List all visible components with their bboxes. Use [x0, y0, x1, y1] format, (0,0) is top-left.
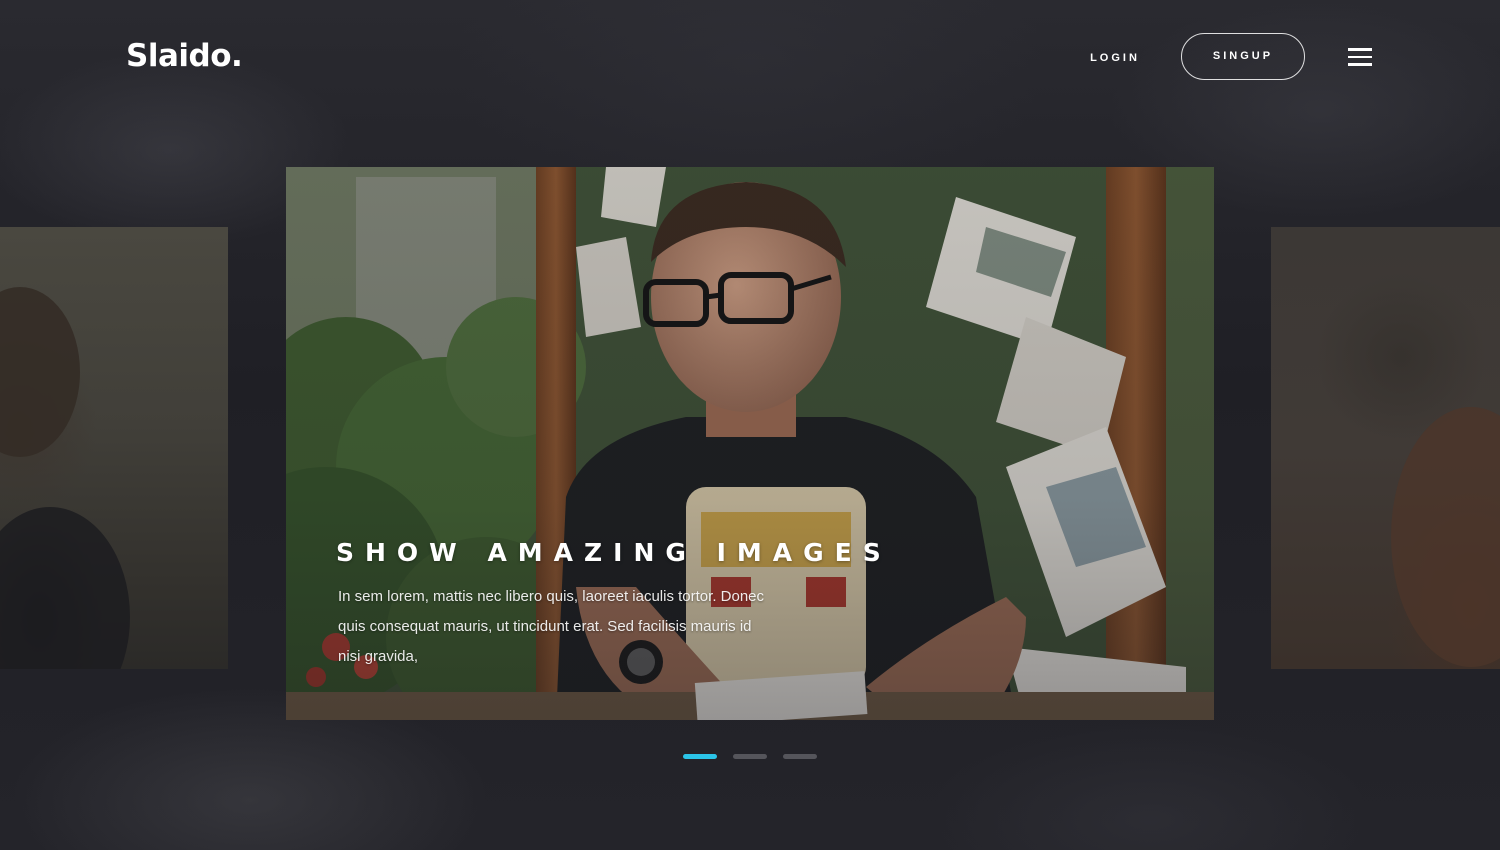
- slider-dot-3[interactable]: [783, 754, 817, 759]
- main-slide: SHOW AMAZING IMAGES In sem lorem, mattis…: [286, 167, 1214, 720]
- slider-pagination: [683, 754, 823, 760]
- previous-slide-person: [0, 287, 80, 457]
- next-slide-person: [1391, 407, 1500, 667]
- previous-slide-shoulder: [0, 507, 130, 669]
- signup-button[interactable]: SINGUP: [1181, 33, 1305, 80]
- page: Slaido. LOGIN SINGUP SHOW AMAZING IMAGES…: [0, 0, 1500, 850]
- slide-description: In sem lorem, mattis nec libero quis, la…: [338, 588, 765, 665]
- hamburger-menu-icon[interactable]: [1346, 46, 1374, 68]
- slider-dot-1[interactable]: [683, 754, 717, 759]
- login-link[interactable]: LOGIN: [1070, 48, 1160, 68]
- slider-dot-2[interactable]: [733, 754, 767, 759]
- previous-slide[interactable]: [0, 227, 228, 669]
- logo[interactable]: Slaido.: [126, 38, 243, 74]
- next-slide[interactable]: [1271, 227, 1500, 669]
- slide-title: SHOW AMAZING IMAGES: [336, 538, 892, 567]
